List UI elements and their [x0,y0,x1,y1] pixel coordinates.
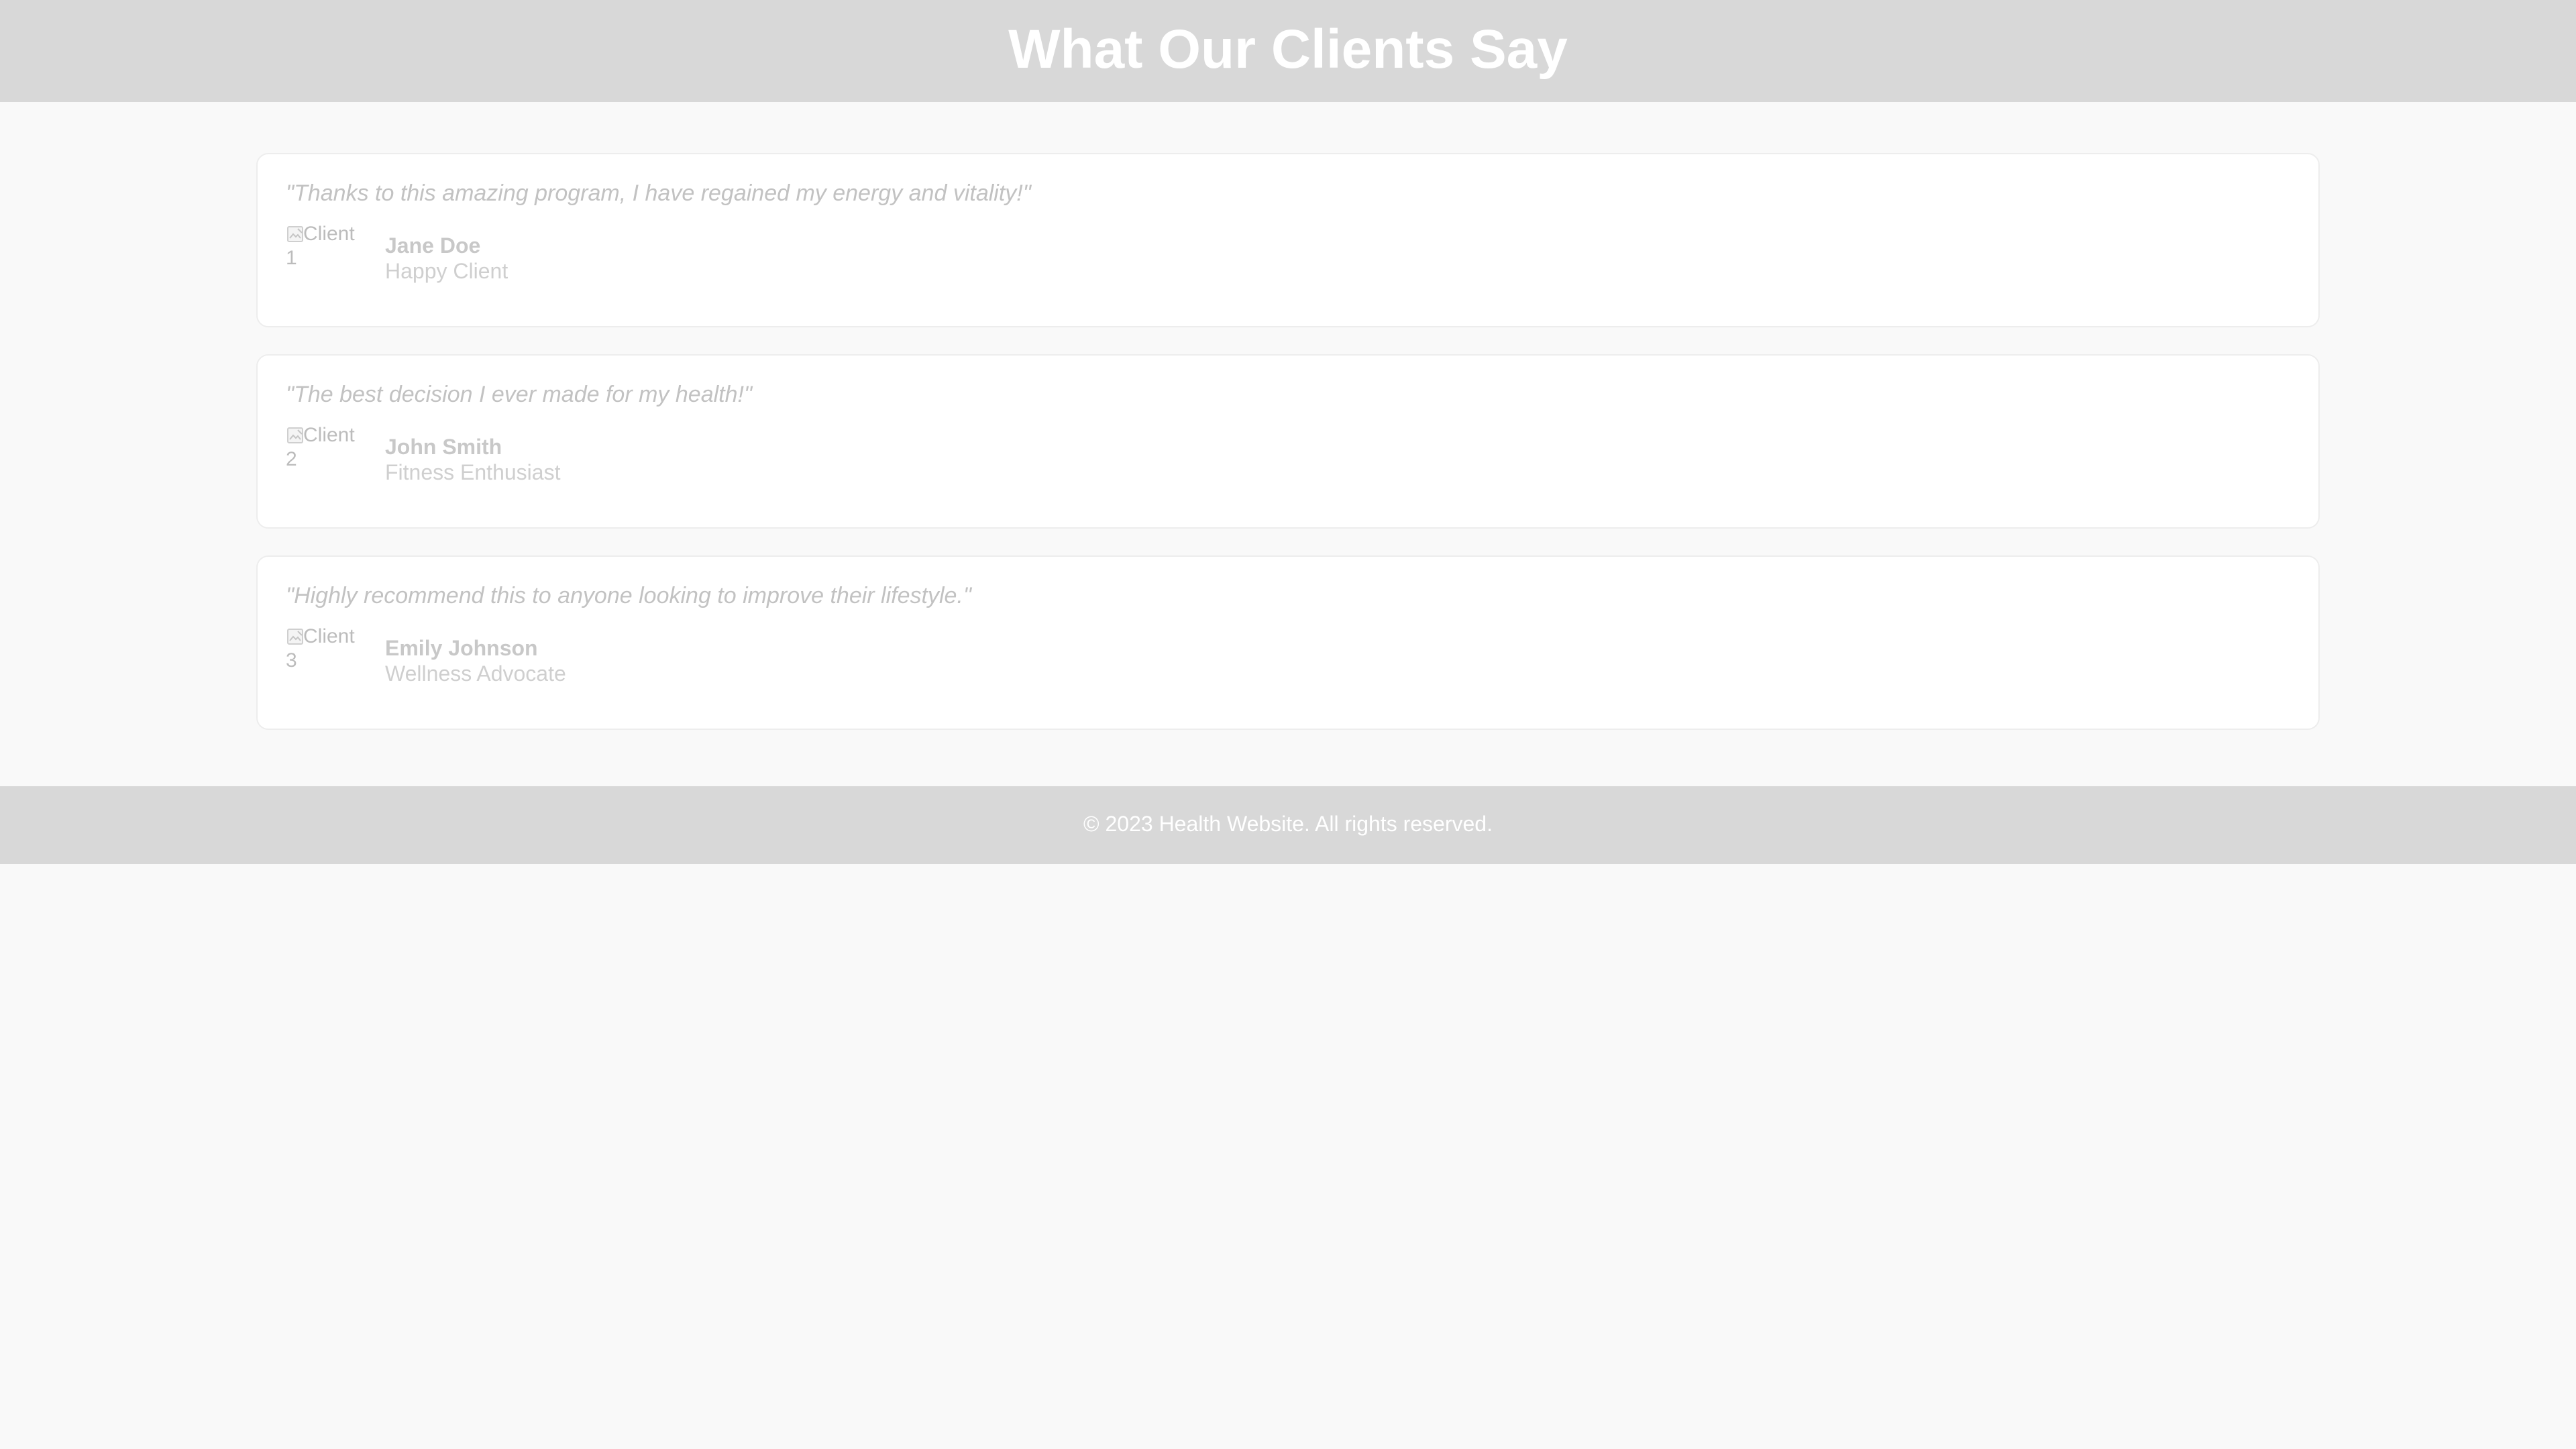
client-avatar: Client 3 [286,625,360,685]
testimonial-quote: "The best decision I ever made for my he… [286,382,753,407]
client-name: Emily Johnson [385,635,538,660]
site-header: What Our Clients Say [0,0,2576,102]
client-role: Happy Client [385,258,508,283]
footer-copyright: © 2023 Health Website. All rights reserv… [1083,812,1493,836]
testimonial-card: "The best decision I ever made for my he… [256,354,2320,529]
client-info: Client 2 John Smith Fitness Enthusiast [286,423,2290,484]
testimonial-quote: "Thanks to this amazing program, I have … [286,180,1031,206]
client-info: Client 3 Emily Johnson Wellness Advocate [286,625,2290,686]
testimonial-card: "Highly recommend this to anyone looking… [256,555,2320,730]
client-name: Jane Doe [385,233,481,258]
broken-image-icon [286,225,305,244]
client-name: John Smith [385,434,502,459]
client-role: Wellness Advocate [385,661,566,686]
testimonial-quote: "Highly recommend this to anyone looking… [286,583,971,608]
client-meta: Jane Doe Happy Client [385,233,508,284]
broken-image-icon [286,426,305,445]
client-role: Fitness Enthusiast [385,460,561,484]
page-title: What Our Clients Say [1008,19,1568,80]
broken-image-icon [286,627,305,646]
client-avatar: Client 1 [286,222,360,282]
client-avatar: Client 2 [286,423,360,484]
testimonials-list: "Thanks to this amazing program, I have … [256,153,2320,730]
testimonial-card: "Thanks to this amazing program, I have … [256,153,2320,327]
site-footer: © 2023 Health Website. All rights reserv… [0,786,2576,864]
page: What Our Clients Say "Thanks to this ama… [0,0,2576,1449]
client-info: Client 1 Jane Doe Happy Client [286,222,2290,284]
client-meta: Emily Johnson Wellness Advocate [385,635,566,686]
client-meta: John Smith Fitness Enthusiast [385,434,560,485]
